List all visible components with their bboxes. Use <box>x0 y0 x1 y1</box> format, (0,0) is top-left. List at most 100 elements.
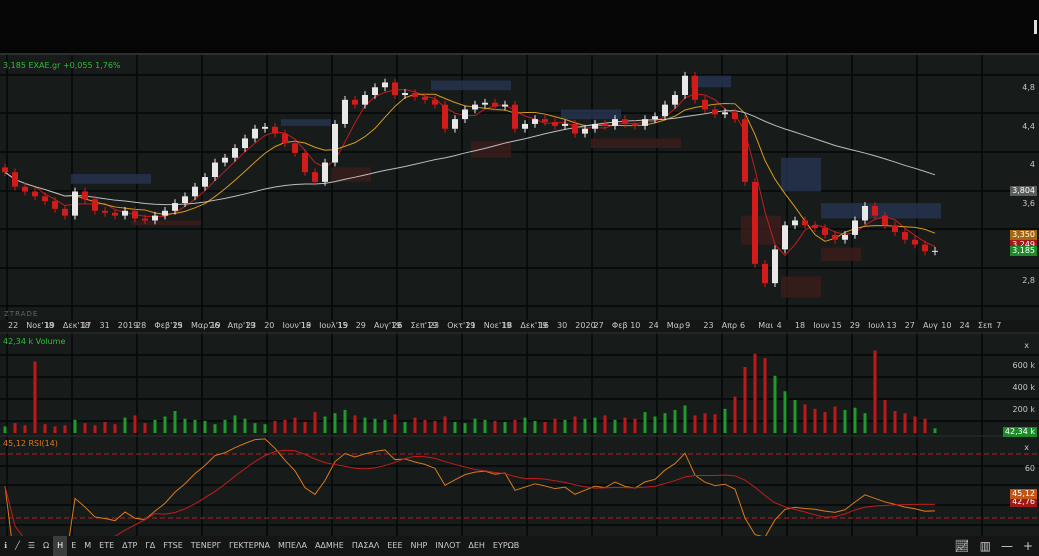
candle <box>512 104 518 129</box>
chart-area[interactable]: 3,185 EXAE.gr +0,055 1,76% ZTRADE 4,8 4,4… <box>0 53 1039 538</box>
volume-bar <box>553 418 557 433</box>
info-icon[interactable]: ℹ <box>0 536 11 556</box>
candle <box>582 128 588 134</box>
watermark: ZTRADE <box>4 310 39 318</box>
candle <box>592 123 598 129</box>
volume-bar <box>273 420 277 433</box>
symbol-tab[interactable]: Ε <box>67 536 80 556</box>
symbol-tab[interactable]: ΔΕΗ <box>464 536 489 556</box>
candle <box>442 104 448 129</box>
volume-bar <box>303 422 307 433</box>
volume-bar <box>873 350 877 433</box>
candle <box>222 157 228 163</box>
symbol-tab[interactable]: ΜΠΕΛΑ <box>274 536 311 556</box>
volume-bar <box>313 412 317 433</box>
symbol-tab[interactable]: Ω <box>39 536 53 556</box>
candle <box>142 218 148 221</box>
volume-bar <box>663 413 667 433</box>
candle <box>722 112 728 115</box>
price-tag: 3,185 <box>1010 245 1037 256</box>
chart-type-icon[interactable]: 📈︎ <box>954 539 969 553</box>
volume-bar <box>783 391 787 433</box>
symbol-tab[interactable]: ΕΤΕ <box>95 536 118 556</box>
volume-bar <box>703 413 707 433</box>
candle <box>252 128 258 139</box>
volume-bar <box>13 423 17 433</box>
time-tick: 2019 <box>117 321 139 330</box>
candle <box>202 177 208 187</box>
candle <box>832 234 838 240</box>
time-tick: 6 <box>740 321 746 330</box>
time-tick: 24 <box>648 321 659 330</box>
candle <box>182 196 188 204</box>
volume-bar <box>793 400 797 433</box>
candle <box>632 123 638 126</box>
time-tick: Ιουλ <box>868 321 885 330</box>
rsi-close-icon[interactable]: x <box>1024 443 1029 452</box>
supply-zone <box>561 109 621 120</box>
symbol-tab[interactable]: ΔΤΡ <box>118 536 141 556</box>
candle <box>72 191 78 216</box>
symbol-tab[interactable]: ΝΗΡ <box>407 536 432 556</box>
chart-canvas[interactable] <box>0 55 1039 538</box>
symbol-tab[interactable]: ΕΕΕ <box>383 536 406 556</box>
volume-title: 42,34 k Volume <box>3 337 66 346</box>
volume-bar <box>563 419 567 433</box>
volume-bar <box>283 419 287 433</box>
volume-bar <box>443 416 447 433</box>
symbol-tab[interactable]: ΓΕΚΤΕΡΝΑ <box>225 536 274 556</box>
candle <box>812 225 818 229</box>
volume-bar <box>843 409 847 433</box>
candle <box>172 203 178 211</box>
volume-bar <box>463 423 467 433</box>
symbol-tab[interactable]: ΙΝΛΟΤ <box>431 536 464 556</box>
time-tick: 10 <box>941 321 952 330</box>
symbol-tab[interactable]: ΑΔΜΗΕ <box>311 536 348 556</box>
time-tick: 20 <box>264 321 275 330</box>
time-tick: 23 <box>703 321 714 330</box>
candle <box>552 122 558 126</box>
candle <box>212 162 218 178</box>
bottom-toolbar: ℹ ╱ ☰ Ω Η Ε Μ ΕΤΕ ΔΤΡ ΓΔ FTSE ΤΕΝΕΡΓ ΓΕΚΤΕΡΝΑ ΜΠΕΛ… <box>0 536 1039 556</box>
time-tick: 9 <box>685 321 691 330</box>
candle <box>422 96 428 100</box>
volume-tick: 200 k <box>1012 405 1035 414</box>
symbol-tab[interactable]: ΓΔ <box>141 536 159 556</box>
candle <box>732 112 738 120</box>
volume-close-icon[interactable]: x <box>1024 341 1029 350</box>
volume-bar <box>383 419 387 433</box>
draw-line-icon[interactable]: ╱ <box>11 536 24 556</box>
volume-bar <box>803 404 807 433</box>
time-tick: 30 <box>557 321 568 330</box>
volume-bar <box>143 423 147 433</box>
time-tick: 13 <box>886 321 897 330</box>
volume-bar <box>903 413 907 433</box>
time-axis[interactable]: 22 Νοε'18 19 Δεκ'18 17 31 2019 28 Φεβ'19 25 Μαρ'19… <box>0 320 1039 332</box>
time-tick: 19 <box>44 321 55 330</box>
volume-tick: 400 k <box>1012 383 1035 392</box>
symbol-tab[interactable]: Η <box>53 536 68 556</box>
time-tick: 25 <box>172 321 183 330</box>
candle <box>242 138 248 149</box>
symbol-tab[interactable]: ΤΕΝΕΡΓ <box>187 536 225 556</box>
symbol-tab[interactable]: ΕΥΡΩΒ <box>489 536 523 556</box>
bar-chart-icon[interactable]: ▥ <box>980 539 991 553</box>
candle <box>282 133 288 144</box>
price-tag: 3,350 <box>1010 229 1037 240</box>
time-tick: 27 <box>904 321 915 330</box>
symbol-tab[interactable]: ΠΑΣΑΛ <box>348 536 384 556</box>
time-tick: 27 <box>593 321 604 330</box>
time-tick: 23 <box>245 321 257 330</box>
volume-bar <box>833 406 837 433</box>
indicators-icon[interactable]: ☰ <box>24 536 39 556</box>
symbol-tab[interactable]: Μ <box>80 536 95 556</box>
volume-bar <box>403 422 407 433</box>
candle <box>262 126 268 129</box>
volume-bar <box>353 415 357 433</box>
symbol-tab[interactable]: FTSE <box>159 536 186 556</box>
volume-bar <box>83 423 87 433</box>
candle <box>152 215 158 221</box>
zoom-in-icon[interactable]: + <box>1023 539 1033 553</box>
zoom-out-icon[interactable]: — <box>1001 539 1013 553</box>
window-control[interactable] <box>1034 20 1037 34</box>
